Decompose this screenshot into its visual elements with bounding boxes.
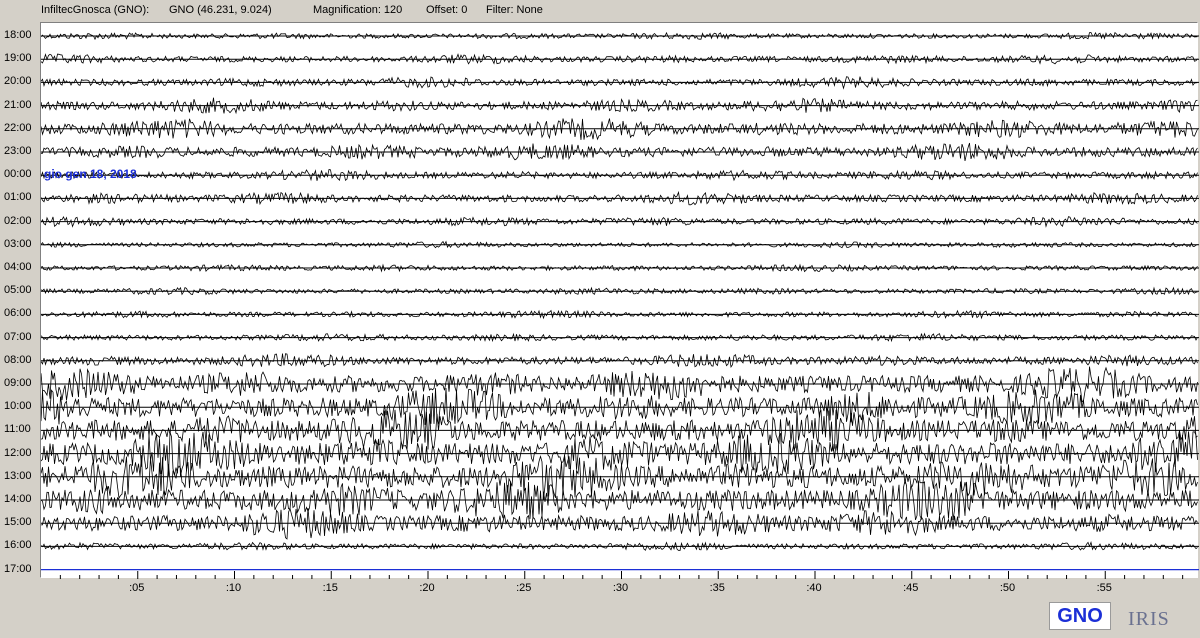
minute-label: :25 xyxy=(516,582,532,594)
hour-label: 16:00 xyxy=(4,539,32,552)
hour-label: 20:00 xyxy=(4,75,32,88)
hour-label: 04:00 xyxy=(4,261,32,273)
hour-label: 13:00 xyxy=(4,469,32,482)
hour-label: 22:00 xyxy=(4,121,32,134)
hour-label: 14:00 xyxy=(4,493,32,505)
hour-label: 18:00 xyxy=(4,29,32,41)
hour-label: 19:00 xyxy=(4,52,32,65)
seismogram-plot xyxy=(40,22,1199,579)
magnification-label: Magnification: 120 xyxy=(313,4,403,16)
hour-label: 21:00 xyxy=(4,98,32,111)
date-label: gio gen 18, 2018 xyxy=(44,167,137,181)
minute-label: :10 xyxy=(225,582,242,594)
hour-label: 10:00 xyxy=(4,400,32,413)
minute-label: :55 xyxy=(1096,582,1112,594)
hour-label: 15:00 xyxy=(4,516,32,529)
header-bar: InfiltecGnosca (GNO): GNO (46.231, 9.024… xyxy=(0,0,1200,22)
minute-label: :45 xyxy=(903,582,919,594)
hour-label: 08:00 xyxy=(4,353,32,366)
minute-label: :35 xyxy=(709,582,725,594)
hour-label: 02:00 xyxy=(4,214,32,227)
hour-label: 01:00 xyxy=(4,191,32,204)
minute-label: :40 xyxy=(806,582,822,594)
trace-line xyxy=(41,353,1198,368)
minute-label: :05 xyxy=(129,582,145,594)
hour-label: 11:00 xyxy=(4,423,31,436)
hour-label: 06:00 xyxy=(4,307,32,320)
hour-label: 23:00 xyxy=(4,145,32,157)
minute-label: :50 xyxy=(999,582,1016,594)
minute-label: :30 xyxy=(612,582,629,594)
hour-label: 17:00 xyxy=(4,562,32,575)
station-name: InfiltecGnosca (GNO): xyxy=(41,4,150,16)
offset-label: Offset: 0 xyxy=(426,4,468,16)
hour-label: 09:00 xyxy=(4,377,32,389)
station-code-coords: GNO (46.231, 9.024) xyxy=(169,4,272,16)
minute-label: :15 xyxy=(322,582,338,594)
minute-label: :20 xyxy=(419,582,435,594)
iris-logo: IRIS xyxy=(1124,596,1182,634)
hour-label: 03:00 xyxy=(4,237,32,250)
helicorder-traces xyxy=(41,31,1199,579)
hour-label: 12:00 xyxy=(4,446,32,459)
hour-label: 05:00 xyxy=(4,284,32,297)
filter-label: Filter: None xyxy=(486,4,543,16)
hour-label: 07:00 xyxy=(4,330,32,343)
iris-logo-text: IRIS xyxy=(1128,608,1170,630)
hour-label: 00:00 xyxy=(4,168,32,181)
gno-logo: GNO xyxy=(1049,602,1111,630)
